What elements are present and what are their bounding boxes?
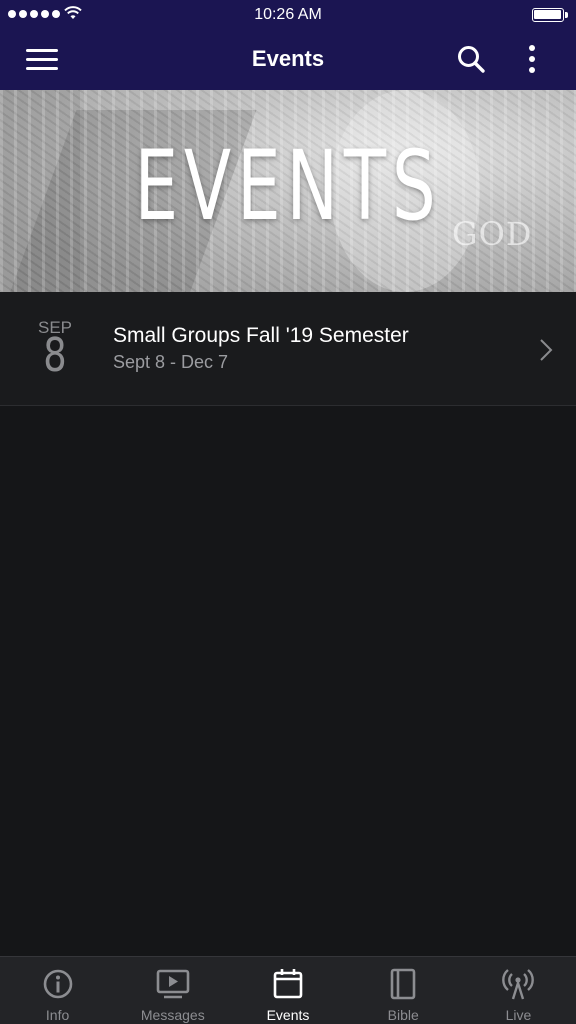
status-time: 10:26 AM xyxy=(254,6,322,23)
tab-messages[interactable]: Messages xyxy=(115,957,230,1024)
tab-info[interactable]: Info xyxy=(0,957,115,1024)
status-bar: 10:26 AM xyxy=(0,0,576,30)
calendar-icon xyxy=(273,969,303,999)
video-play-icon xyxy=(156,969,190,999)
event-list-item[interactable]: SEP 8 Small Groups Fall '19 Semester Sep… xyxy=(0,292,576,406)
tab-label: Messages xyxy=(140,1007,205,1023)
more-vertical-icon[interactable] xyxy=(520,42,544,76)
tab-bible[interactable]: Bible xyxy=(346,957,461,1024)
banner-title: EVENTS xyxy=(134,130,442,242)
event-date-day: 8 xyxy=(43,328,67,382)
navigation-bar: Events xyxy=(0,30,576,90)
tab-label: Info xyxy=(45,1007,70,1023)
events-banner: GOD EVENTS xyxy=(0,90,576,292)
info-icon xyxy=(43,969,72,999)
book-icon xyxy=(390,968,416,1000)
battery-icon xyxy=(532,8,568,22)
page-title: Events xyxy=(251,46,325,71)
broadcast-icon xyxy=(502,969,535,1000)
search-icon[interactable] xyxy=(456,44,486,74)
event-date-range: Sept 8 - Dec 7 xyxy=(113,352,229,372)
tab-bar: Info Messages Events Bible Live xyxy=(0,956,576,1024)
tab-label: Bible xyxy=(387,1007,419,1023)
tab-live[interactable]: Live xyxy=(461,957,576,1024)
tab-label: Events xyxy=(266,1007,310,1023)
event-title: Small Groups Fall '19 Semester xyxy=(113,324,409,347)
app-screen: 10:26 AM Events GOD EVENTS SEP 8 Small G… xyxy=(0,0,576,1024)
chevron-right-icon xyxy=(540,339,553,361)
tab-label: Live xyxy=(505,1007,532,1023)
tab-events[interactable]: Events xyxy=(230,957,345,1024)
